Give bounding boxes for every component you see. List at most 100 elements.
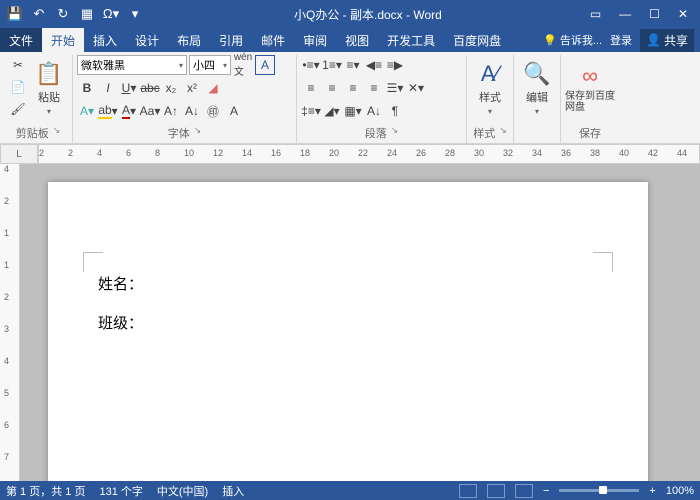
format-painter-icon[interactable]: 🖌 <box>8 99 28 119</box>
multilevel-icon[interactable]: ≡▾ <box>343 55 363 75</box>
find-icon: 🔍 <box>523 61 550 87</box>
web-view-icon[interactable] <box>515 484 533 498</box>
shrink-font-icon[interactable]: A↓ <box>182 101 202 121</box>
omega-icon[interactable]: Ω▾ <box>100 3 122 25</box>
tab-review[interactable]: 审阅 <box>294 28 336 52</box>
line-spacing-icon[interactable]: ‡≡▾ <box>301 101 321 121</box>
font-color-icon[interactable]: A▾ <box>119 101 139 121</box>
margin-corner-tl <box>83 252 103 272</box>
change-case-icon[interactable]: A <box>224 101 244 121</box>
bold-button[interactable]: B <box>77 78 97 98</box>
tab-file[interactable]: 文件 <box>0 28 42 52</box>
char-shading-icon[interactable]: Aa▾ <box>140 101 160 121</box>
justify-icon[interactable]: ≡ <box>364 78 384 98</box>
document-scroll[interactable]: 姓名： 班级： <box>20 164 700 481</box>
paste-button[interactable]: 📋 粘贴 ▾ <box>30 55 68 121</box>
show-marks-icon[interactable]: ¶ <box>385 101 405 121</box>
tab-baidu[interactable]: 百度网盘 <box>444 28 510 52</box>
styles-icon: A⁄ <box>481 61 499 87</box>
sort-icon[interactable]: A↓ <box>364 101 384 121</box>
zoom-in-icon[interactable]: + <box>649 485 655 497</box>
doc-line1[interactable]: 姓名： <box>98 266 598 305</box>
highlight-icon[interactable]: ab▾ <box>98 101 118 121</box>
login-button[interactable]: 登录 <box>610 32 632 48</box>
group-save: 保存 <box>579 125 601 141</box>
increase-indent-icon[interactable]: ≡▶ <box>385 55 405 75</box>
tell-me[interactable]: 💡 告诉我... <box>543 32 602 48</box>
tab-insert[interactable]: 插入 <box>84 28 126 52</box>
tab-home[interactable]: 开始 <box>42 28 84 52</box>
italic-button[interactable]: I <box>98 78 118 98</box>
read-view-icon[interactable] <box>459 484 477 498</box>
phonetic-icon[interactable]: wén文 <box>233 55 253 75</box>
window-title: 小Q办公 - 副本.docx - Word <box>146 6 590 23</box>
status-lang[interactable]: 中文(中国) <box>157 483 208 499</box>
minimize-icon[interactable]: — <box>619 7 631 21</box>
doc-line2[interactable]: 班级： <box>98 305 598 344</box>
cut-icon[interactable]: ✂ <box>8 55 28 75</box>
shading-icon[interactable]: ◢▾ <box>322 101 342 121</box>
subscript-button[interactable]: x₂ <box>161 78 181 98</box>
styles-launcher-icon[interactable]: ↘ <box>499 125 507 141</box>
group-styles: 样式 <box>473 125 495 141</box>
horizontal-ruler[interactable]: 2246810121416182022242628303234363840424… <box>38 144 700 164</box>
asian-layout-icon[interactable]: ✕▾ <box>406 78 426 98</box>
paste-icon: 📋 <box>35 61 62 87</box>
font-launcher-icon[interactable]: ↘ <box>194 125 202 141</box>
char-border-icon[interactable]: A <box>255 55 275 75</box>
underline-button[interactable]: U▾ <box>119 78 139 98</box>
tab-mailings[interactable]: 邮件 <box>252 28 294 52</box>
strike-button[interactable]: abc <box>140 78 160 98</box>
zoom-out-icon[interactable]: − <box>543 485 549 497</box>
superscript-button[interactable]: x² <box>182 78 202 98</box>
group-clipboard: 剪贴板 <box>16 125 49 141</box>
distribute-icon[interactable]: ☰▾ <box>385 78 405 98</box>
group-font: 字体 <box>168 125 190 141</box>
bullets-icon[interactable]: •≡▾ <box>301 55 321 75</box>
maximize-icon[interactable]: ☐ <box>649 7 660 21</box>
para-launcher-icon[interactable]: ↘ <box>391 125 399 141</box>
vertical-ruler[interactable]: 4211234567 <box>0 164 20 481</box>
save-baidu-button[interactable]: ∞ 保存到百度网盘 <box>565 55 615 121</box>
text-effects-icon[interactable]: A▾ <box>77 101 97 121</box>
status-mode[interactable]: 插入 <box>222 483 244 499</box>
qat-customize-icon[interactable]: ▾ <box>124 3 146 25</box>
borders-icon[interactable]: ▦▾ <box>343 101 363 121</box>
align-right-icon[interactable]: ≡ <box>343 78 363 98</box>
tab-view[interactable]: 视图 <box>336 28 378 52</box>
clipboard-launcher-icon[interactable]: ↘ <box>53 125 61 141</box>
decrease-indent-icon[interactable]: ◀≡ <box>364 55 384 75</box>
enclose-char-icon[interactable]: ㊞ <box>203 101 223 121</box>
tab-layout[interactable]: 布局 <box>168 28 210 52</box>
font-size-select[interactable]: 小四▾ <box>189 55 231 75</box>
copy-icon[interactable]: 📄 <box>8 77 28 97</box>
font-name-select[interactable]: 微软雅黑▾ <box>77 55 187 75</box>
table-icon[interactable]: ▦ <box>76 3 98 25</box>
clear-format-icon[interactable]: ◢ <box>203 78 223 98</box>
tab-references[interactable]: 引用 <box>210 28 252 52</box>
zoom-level[interactable]: 100% <box>666 485 694 497</box>
tab-selector[interactable]: L <box>0 144 38 164</box>
baidu-icon: ∞ <box>582 63 598 89</box>
undo-icon[interactable]: ↶ <box>28 3 50 25</box>
zoom-slider[interactable] <box>559 489 639 492</box>
edit-button[interactable]: 🔍 编辑▾ <box>518 55 556 121</box>
margin-corner-tr <box>593 252 613 272</box>
group-paragraph: 段落 <box>365 125 387 141</box>
share-button[interactable]: 👤 共享 <box>640 29 694 52</box>
redo-icon[interactable]: ↻ <box>52 3 74 25</box>
styles-button[interactable]: A⁄ 样式▾ <box>471 55 509 121</box>
print-view-icon[interactable] <box>487 484 505 498</box>
status-words[interactable]: 131 个字 <box>99 483 142 499</box>
ribbon-options-icon[interactable]: ▭ <box>590 7 601 21</box>
numbering-icon[interactable]: 1≡▾ <box>322 55 342 75</box>
grow-font-icon[interactable]: A↑ <box>161 101 181 121</box>
status-page[interactable]: 第 1 页，共 1 页 <box>6 483 85 499</box>
tab-developer[interactable]: 开发工具 <box>378 28 444 52</box>
save-icon[interactable]: 💾 <box>4 3 26 25</box>
close-icon[interactable]: ✕ <box>678 7 688 21</box>
page[interactable]: 姓名： 班级： <box>48 182 648 481</box>
align-left-icon[interactable]: ≡ <box>301 78 321 98</box>
align-center-icon[interactable]: ≡ <box>322 78 342 98</box>
tab-design[interactable]: 设计 <box>126 28 168 52</box>
